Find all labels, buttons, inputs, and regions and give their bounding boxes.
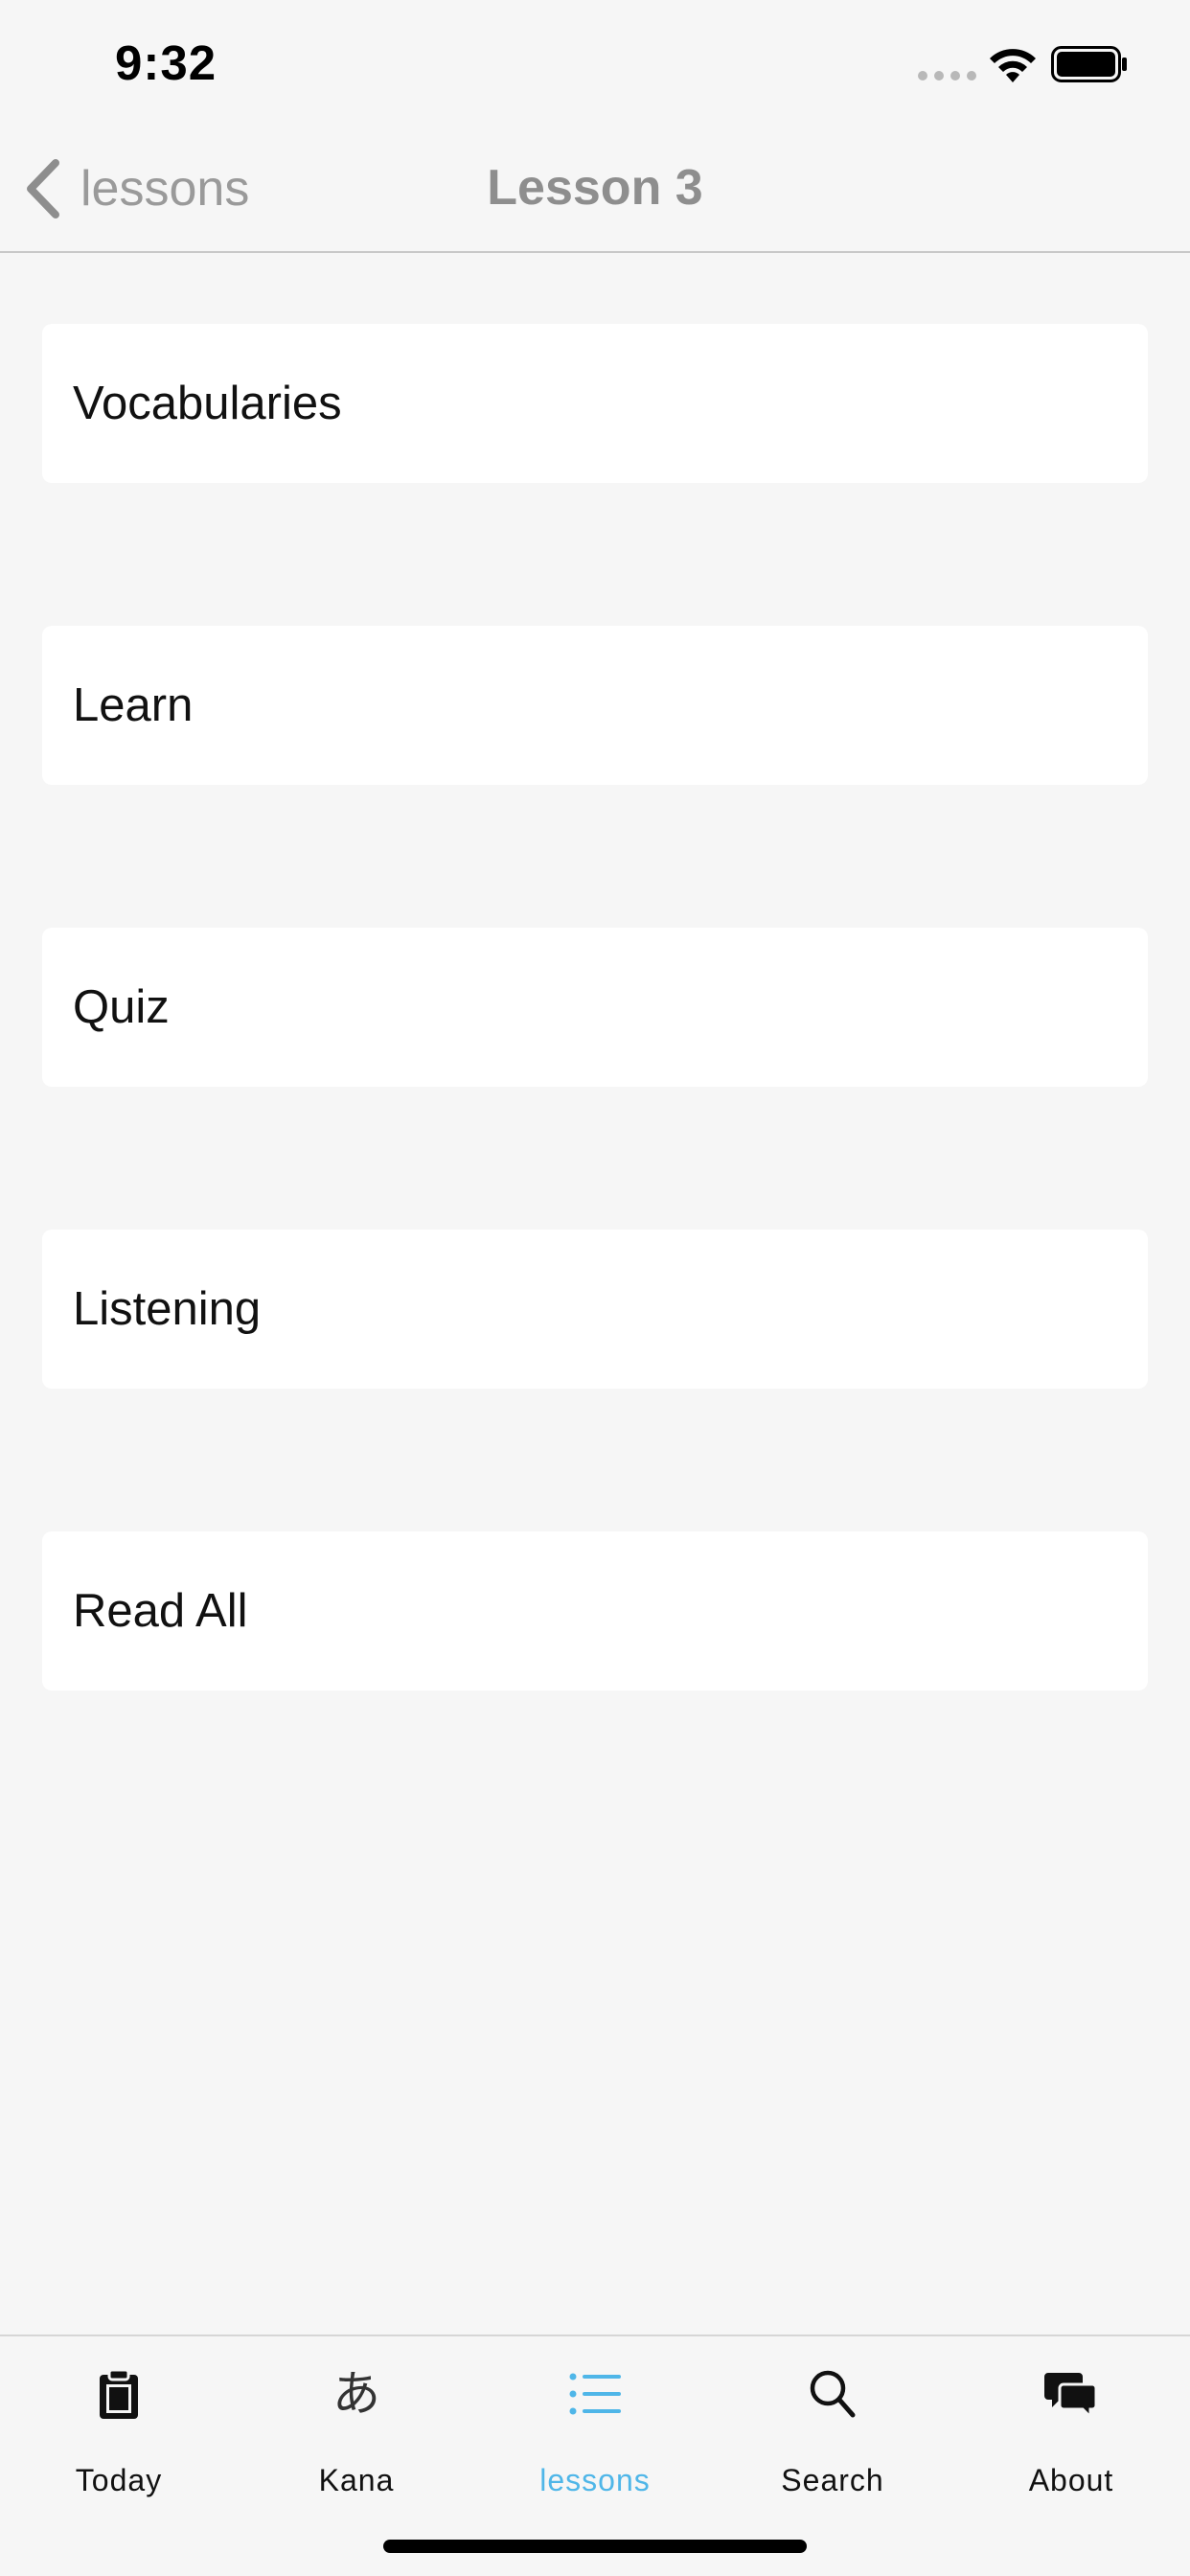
kana-icon: あ (326, 2363, 387, 2425)
tab-kana[interactable]: あ Kana (238, 2358, 475, 2511)
battery-icon (1051, 46, 1127, 82)
status-time: 9:32 (115, 35, 217, 90)
list-icon (564, 2363, 626, 2425)
menu-item-label: Vocabularies (73, 378, 342, 429)
search-icon (802, 2363, 863, 2425)
tab-label: Kana (318, 2463, 395, 2497)
navigation-bar: lessons Lesson 3 (0, 126, 1190, 253)
tab-search[interactable]: Search (714, 2358, 951, 2511)
menu-item-label: Quiz (73, 981, 170, 1033)
chat-bubbles-icon (1041, 2363, 1102, 2425)
menu-item-label: Listening (73, 1283, 262, 1335)
tab-lessons[interactable]: lessons (476, 2358, 714, 2511)
status-bar: 9:32 (0, 0, 1190, 126)
menu-item-label: Read All (73, 1585, 248, 1637)
kana-glyph: あ (332, 2366, 380, 2422)
page-title: Lesson 3 (487, 160, 703, 216)
tab-bar: Today あ Kana lessons Search About (0, 2334, 1190, 2576)
clipboard-icon (88, 2363, 149, 2425)
tab-label: About (1028, 2463, 1114, 2497)
cellular-signal-icon (918, 71, 976, 80)
tab-label: Search (781, 2463, 884, 2497)
tab-label: Today (75, 2463, 163, 2497)
menu-item-label: Learn (73, 679, 194, 731)
tab-label: lessons (539, 2463, 651, 2497)
menu-item-learn[interactable]: Learn (42, 626, 1148, 785)
lesson-menu-list: Vocabularies Learn Quiz Listening Read A… (42, 324, 1148, 1833)
menu-item-read-all[interactable]: Read All (42, 1531, 1148, 1690)
home-indicator[interactable] (383, 2540, 807, 2553)
menu-item-vocabularies[interactable]: Vocabularies (42, 324, 1148, 483)
wifi-icon (990, 49, 1036, 82)
tab-today[interactable]: Today (0, 2358, 238, 2511)
menu-item-listening[interactable]: Listening (42, 1230, 1148, 1389)
tab-about[interactable]: About (952, 2358, 1190, 2511)
menu-item-quiz[interactable]: Quiz (42, 928, 1148, 1087)
